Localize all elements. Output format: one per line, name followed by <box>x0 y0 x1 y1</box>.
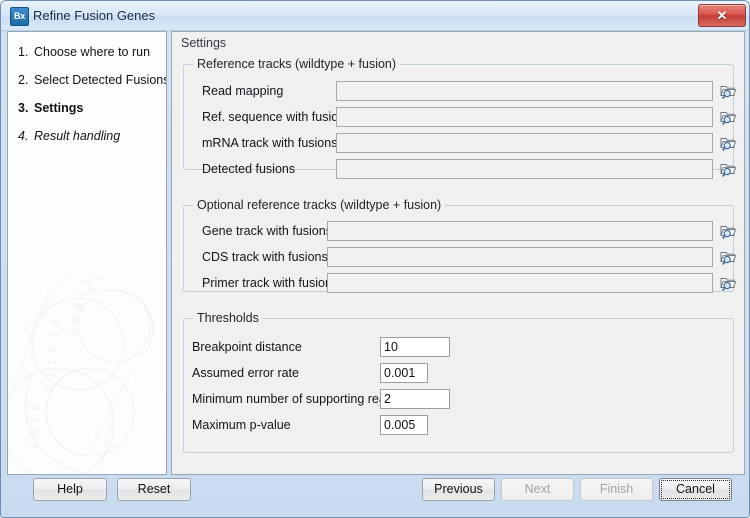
field-row: Minimum number of supporting reads <box>184 389 733 409</box>
browse-folder-icon[interactable] <box>718 133 738 153</box>
field-row: Detected fusions <box>184 159 737 179</box>
detected-fusions-input[interactable] <box>336 159 713 179</box>
primer-track-input[interactable] <box>327 273 713 293</box>
step-number: 4. <box>18 129 29 143</box>
field-label-gene-track: Gene track with fusions <box>202 224 332 238</box>
sidebar-item-settings[interactable]: 3. Settings <box>18 101 83 115</box>
browse-folder-icon[interactable] <box>718 81 738 101</box>
svg-text:0 1 1 0 0: 0 1 1 0 0 <box>85 274 124 295</box>
field-row: Primer track with fusions <box>184 273 737 293</box>
svg-text:1 0 0 1 1 0 0: 1 0 0 1 1 0 0 <box>64 274 100 337</box>
browse-folder-icon[interactable] <box>718 247 738 267</box>
field-row: Ref. sequence with fusions <box>184 107 737 127</box>
sidebar-item-select-detected-fusions[interactable]: 2. Select Detected Fusions <box>18 73 167 87</box>
cancel-button[interactable]: Cancel <box>659 478 732 501</box>
gene-track-input[interactable] <box>327 221 713 241</box>
field-label-maximum-p-value: Maximum p-value <box>192 418 291 432</box>
field-row: Assumed error rate <box>184 363 733 383</box>
field-label-detected-fusions: Detected fusions <box>202 162 296 176</box>
assumed-error-rate-input[interactable] <box>380 363 428 383</box>
field-row: Read mapping <box>184 81 737 101</box>
svg-text:0101 TTACGG 1101 AACCT 0011 GC: 0101 TTACGG 1101 AACCT 0011 GCTA <box>83 369 134 458</box>
browse-folder-icon[interactable] <box>718 159 738 179</box>
title-bar: Bx Refine Fusion Genes ✕ <box>1 1 749 31</box>
field-label-read-mapping: Read mapping <box>202 84 284 98</box>
window-title: Refine Fusion Genes <box>33 8 156 23</box>
svg-text:01001101 GATTACA 1101001 TTGCA: 01001101 GATTACA 1101001 TTGCA 0110 <box>23 274 93 333</box>
decorative-watermark: 0 1 1 0 0 1 0 0 1 1 0 0 0 1 1 0 1 0 1 0 … <box>8 274 154 475</box>
browse-folder-icon[interactable] <box>718 107 738 127</box>
dialog-window: Bx Refine Fusion Genes ✕ 0 1 1 0 0 1 0 0… <box>0 0 750 518</box>
svg-text:0 1 1 0 1 0: 0 1 1 0 1 0 <box>44 319 62 393</box>
cancel-button-label: Cancel <box>676 482 715 496</box>
panel-header: Settings <box>181 36 227 50</box>
close-icon: ✕ <box>716 8 728 23</box>
next-button: Next <box>501 478 574 501</box>
svg-text:1011 GGCATTA 0101 CTAGG 1100 T: 1011 GGCATTA 0101 CTAGG 1100 TACG <box>84 420 114 475</box>
field-row: Gene track with fusions <box>184 221 737 241</box>
maximum-p-value-input[interactable] <box>380 415 428 435</box>
field-row: mRNA track with fusions <box>184 133 737 153</box>
wizard-steps-panel: 0 1 1 0 0 1 0 0 1 1 0 0 0 1 1 0 1 0 1 0 … <box>7 31 167 475</box>
svg-text:1 0 1 0: 1 0 1 0 <box>28 403 43 450</box>
help-button[interactable]: Help <box>33 478 107 501</box>
group-title: Thresholds <box>193 311 263 325</box>
group-thresholds: Thresholds Breakpoint distance Assumed e… <box>183 311 734 453</box>
step-number: 3. <box>18 101 29 115</box>
field-label-cds-track: CDS track with fusions <box>202 250 328 264</box>
read-mapping-input[interactable] <box>336 81 713 101</box>
field-row: CDS track with fusions <box>184 247 737 267</box>
group-title: Reference tracks (wildtype + fusion) <box>193 57 401 71</box>
group-optional-reference-tracks: Optional reference tracks (wildtype + fu… <box>183 198 737 293</box>
close-button[interactable]: ✕ <box>698 4 746 27</box>
field-label-assumed-error-rate: Assumed error rate <box>192 366 299 380</box>
browse-folder-icon[interactable] <box>718 221 738 241</box>
finish-button: Finish <box>580 478 653 501</box>
field-label-breakpoint-distance: Breakpoint distance <box>192 340 302 354</box>
breakpoint-distance-input[interactable] <box>380 337 450 357</box>
field-label-mrna-track: mRNA track with fusions <box>202 136 338 150</box>
step-label: Result handling <box>34 129 121 143</box>
step-label: Select Detected Fusions <box>34 73 167 87</box>
step-label: Choose where to run <box>34 45 151 59</box>
cds-track-input[interactable] <box>327 247 713 267</box>
app-icon: Bx <box>10 7 29 26</box>
step-number: 1. <box>18 45 29 59</box>
reset-button[interactable]: Reset <box>117 478 191 501</box>
field-label-min-supporting-reads: Minimum number of supporting reads <box>192 392 400 406</box>
field-label-primer-track: Primer track with fusions <box>202 276 339 290</box>
dialog-button-bar: Help Reset Previous Next Finish Cancel <box>7 478 745 513</box>
settings-panel: Settings Reference tracks (wildtype + fu… <box>171 31 745 475</box>
sidebar-item-result-handling[interactable]: 4. Result handling <box>18 129 120 143</box>
browse-folder-icon[interactable] <box>718 273 738 293</box>
min-supporting-reads-input[interactable] <box>380 389 450 409</box>
field-row: Maximum p-value <box>184 415 733 435</box>
step-number: 2. <box>18 73 29 87</box>
group-reference-tracks: Reference tracks (wildtype + fusion) Rea… <box>183 57 737 179</box>
sidebar-item-choose-where-to-run[interactable]: 1. Choose where to run <box>18 45 150 59</box>
client-area: 0 1 1 0 0 1 0 0 1 1 0 0 0 1 1 0 1 0 1 0 … <box>7 31 745 513</box>
svg-text:AGCT 010110 CGATTAG 1001 ATGCC: AGCT 010110 CGATTAG 1001 ATGCC 0110 <box>12 285 54 387</box>
mrna-track-input[interactable] <box>336 133 713 153</box>
field-row: Breakpoint distance <box>184 337 733 357</box>
previous-button[interactable]: Previous <box>422 478 495 501</box>
group-title: Optional reference tracks (wildtype + fu… <box>193 198 446 212</box>
step-label: Settings <box>34 101 84 115</box>
ref-sequence-input[interactable] <box>336 107 713 127</box>
